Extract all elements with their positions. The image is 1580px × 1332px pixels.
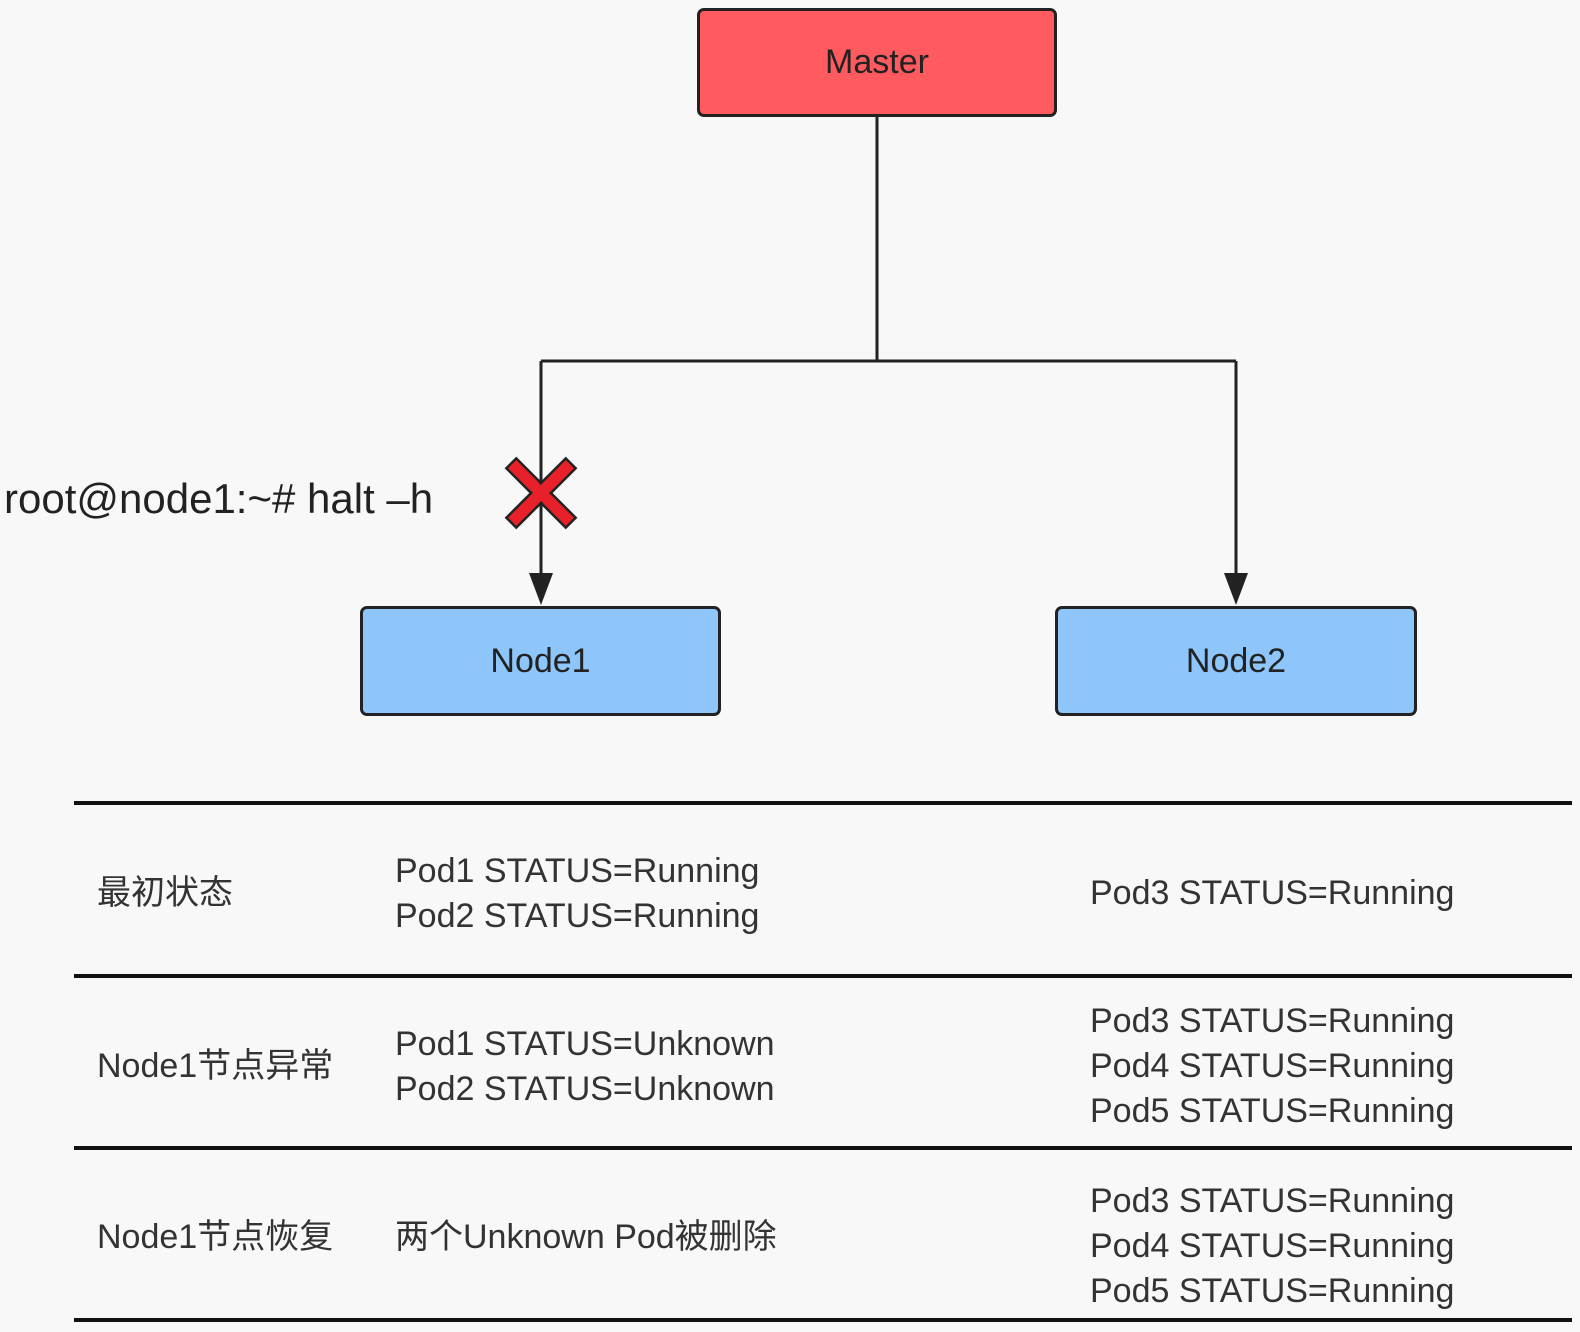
pod-status: Pod5 STATUS=Running (1090, 1272, 1455, 1310)
node2-arrowhead (1224, 573, 1248, 605)
node2-pods: Pod3 STATUS=Running (1090, 871, 1454, 916)
pod-status: Pod3 STATUS=Running (1090, 1002, 1455, 1040)
node1-pods: Pod1 STATUS=Unknown Pod2 STATUS=Unknown (395, 1022, 775, 1112)
master-label: Master (825, 43, 929, 81)
node1-label: Node1 (490, 641, 591, 680)
pod-status: 两个Unknown Pod被删除 (395, 1218, 777, 1256)
table-divider (74, 974, 1572, 978)
node1-pods: Pod1 STATUS=Running Pod2 STATUS=Running (395, 849, 759, 939)
node1-pods: 两个Unknown Pod被删除 (395, 1215, 777, 1260)
pod-status: Pod1 STATUS=Running (395, 852, 760, 890)
pod-status: Pod1 STATUS=Unknown (395, 1025, 775, 1063)
state-label: 最初状态 (97, 874, 233, 912)
state-label: Node1节点异常 (97, 1047, 334, 1085)
pod-status: Pod2 STATUS=Running (395, 897, 760, 935)
table-divider (74, 1318, 1572, 1322)
node2-pods: Pod3 STATUS=Running Pod4 STATUS=Running … (1090, 999, 1454, 1134)
pod-status: Pod4 STATUS=Running (1090, 1047, 1455, 1085)
node2-label: Node2 (1185, 641, 1287, 680)
pod-status: Pod5 STATUS=Running (1090, 1092, 1455, 1130)
node2-pods: Pod3 STATUS=Running Pod4 STATUS=Running … (1090, 1179, 1454, 1314)
node2-box: Node2 (1055, 606, 1417, 716)
master-box: Master (697, 8, 1057, 117)
table-divider (74, 801, 1572, 805)
pod-status: Pod4 STATUS=Running (1090, 1227, 1455, 1265)
halt-command: root@node1:~# halt –h (4, 475, 434, 522)
pod-status: Pod3 STATUS=Running (1090, 1182, 1455, 1220)
table-divider (74, 1146, 1572, 1150)
state-label: Node1节点恢复 (97, 1218, 334, 1256)
pod-status: Pod2 STATUS=Unknown (395, 1070, 775, 1108)
node1-box: Node1 (360, 606, 721, 716)
pod-status: Pod3 STATUS=Running (1090, 874, 1455, 912)
node1-arrowhead (529, 573, 553, 605)
